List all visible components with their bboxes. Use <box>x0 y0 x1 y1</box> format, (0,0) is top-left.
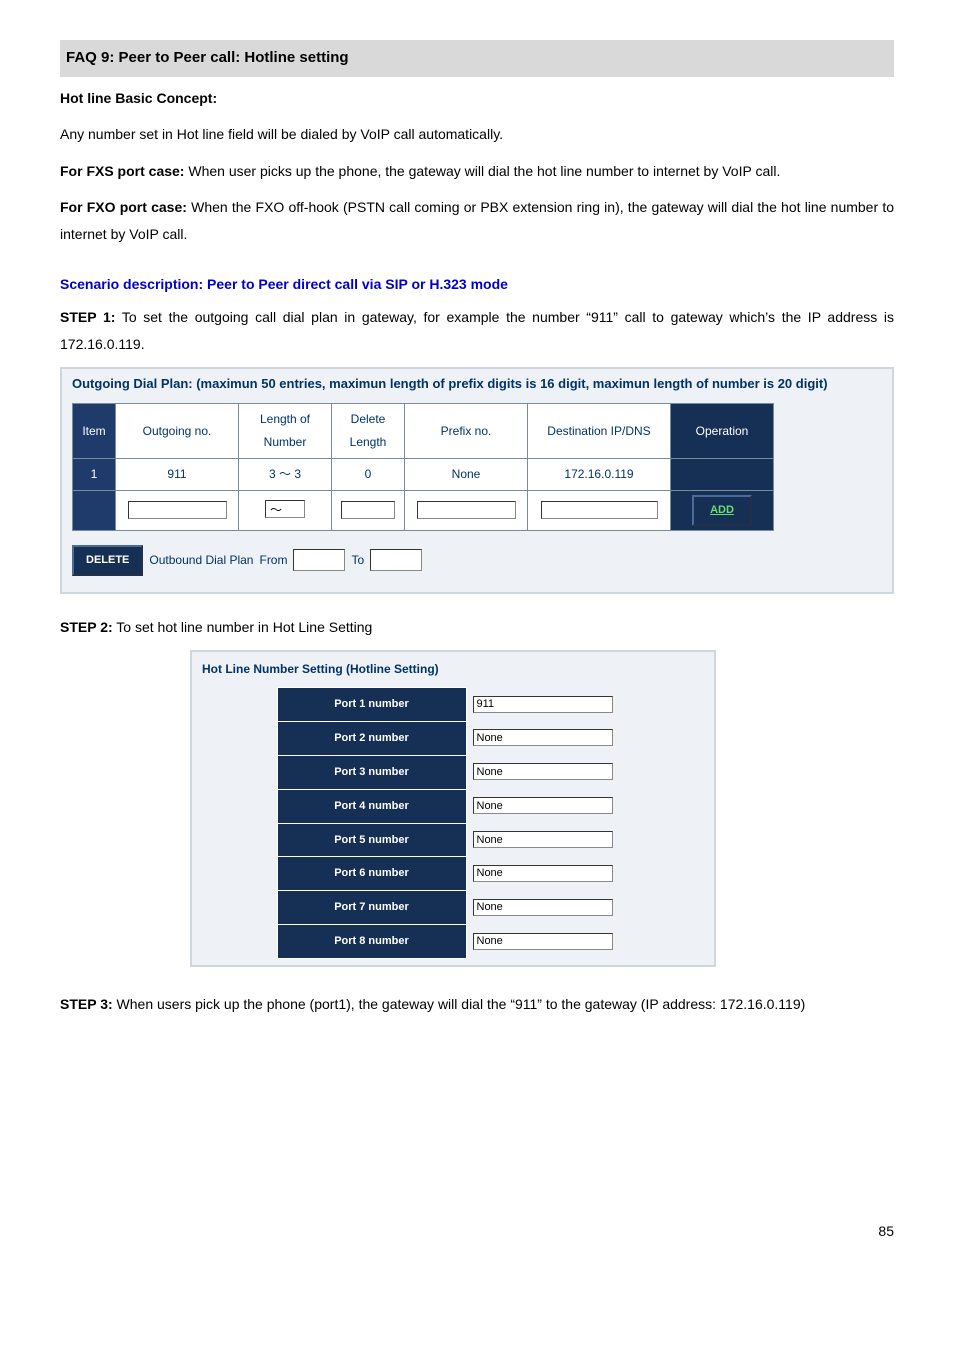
cell-prefix: None <box>405 459 528 491</box>
port7-input[interactable] <box>473 899 613 916</box>
cell-item-blank <box>73 490 116 530</box>
from-label: From <box>259 549 287 572</box>
prefix-input[interactable] <box>417 501 516 519</box>
hotline-row: Port 5 number <box>277 823 629 857</box>
th-prefix: Prefix no. <box>405 404 528 459</box>
hotline-row: Port 7 number <box>277 891 629 925</box>
dial-plan-panel: Outgoing Dial Plan: (maximun 50 entries,… <box>60 367 894 593</box>
hotline-panel: Hot Line Number Setting (Hotline Setting… <box>190 650 716 967</box>
length-input[interactable] <box>265 500 305 518</box>
hotline-row: Port 2 number <box>277 721 629 755</box>
port7-label: Port 7 number <box>277 891 466 925</box>
cell-outgoing: 911 <box>116 459 239 491</box>
hotline-basic-concept: Hot line Basic Concept: <box>60 85 894 112</box>
port1-label: Port 1 number <box>277 688 466 722</box>
hotline-row: Port 1 number <box>277 688 629 722</box>
port2-input[interactable] <box>473 729 613 746</box>
page-number: 85 <box>60 1218 894 1245</box>
port5-input[interactable] <box>473 831 613 848</box>
hotline-row: Port 8 number <box>277 925 629 959</box>
outgoing-input[interactable] <box>128 501 227 519</box>
dial-plan-caption: Outgoing Dial Plan: (maximun 50 entries,… <box>62 369 892 395</box>
hotline-table: Port 1 number Port 2 number Port 3 numbe… <box>277 687 630 959</box>
table-input-row: ADD <box>73 490 774 530</box>
port4-label: Port 4 number <box>277 789 466 823</box>
step1-para: STEP 1: To set the outgoing call dial pl… <box>60 304 894 357</box>
delete-length-input[interactable] <box>341 501 395 519</box>
faq-title: FAQ 9: Peer to Peer call: Hotline settin… <box>60 40 894 77</box>
th-length: Length of Number <box>239 404 332 459</box>
hotline-row: Port 6 number <box>277 857 629 891</box>
cell-delete: 0 <box>332 459 405 491</box>
port3-input[interactable] <box>473 763 613 780</box>
th-outgoing: Outgoing no. <box>116 404 239 459</box>
fxs-text: When user picks up the phone, the gatewa… <box>184 163 780 179</box>
to-label: To <box>351 549 364 572</box>
step1-text: To set the outgoing call dial plan in ga… <box>60 309 894 352</box>
port6-label: Port 6 number <box>277 857 466 891</box>
port6-input[interactable] <box>473 865 613 882</box>
cell-op-blank <box>671 459 774 491</box>
port8-label: Port 8 number <box>277 925 466 959</box>
cell-delete-input <box>332 490 405 530</box>
step1-label: STEP 1: <box>60 309 115 325</box>
cell-dest: 172.16.0.119 <box>528 459 671 491</box>
th-item: Item <box>73 404 116 459</box>
step3-label: STEP 3: <box>60 996 113 1012</box>
cell-length-input <box>239 490 332 530</box>
fxo-label: For FXO port case: <box>60 199 187 215</box>
cell-prefix-input <box>405 490 528 530</box>
th-dest: Destination IP/DNS <box>528 404 671 459</box>
table-row: 1 911 3 ～ 3 0 None 172.16.0.119 <box>73 459 774 491</box>
port4-input[interactable] <box>473 797 613 814</box>
cell-add: ADD <box>671 490 774 530</box>
cell-outgoing-input <box>116 490 239 530</box>
outbound-label: Outbound Dial Plan <box>149 549 253 572</box>
step3-para: STEP 3: When users pick up the phone (po… <box>60 991 894 1018</box>
fxs-label: For FXS port case: <box>60 163 184 179</box>
port2-label: Port 2 number <box>277 721 466 755</box>
fxs-para: For FXS port case: When user picks up th… <box>60 158 894 185</box>
hotline-caption: Hot Line Number Setting (Hotline Setting… <box>198 658 708 687</box>
cell-item: 1 <box>73 459 116 491</box>
port3-label: Port 3 number <box>277 755 466 789</box>
th-operation: Operation <box>671 404 774 459</box>
concept-label: Hot line Basic Concept: <box>60 90 217 106</box>
cell-length: 3 ～ 3 <box>239 459 332 491</box>
port8-input[interactable] <box>473 933 613 950</box>
dial-plan-table: Item Outgoing no. Length of Number Delet… <box>72 403 774 530</box>
delete-button[interactable]: DELETE <box>72 545 143 576</box>
th-delete: Delete Length <box>332 404 405 459</box>
step2-para: STEP 2: To set hot line number in Hot Li… <box>60 614 894 641</box>
fxo-para: For FXO port case: When the FXO off-hook… <box>60 194 894 247</box>
hotline-row: Port 3 number <box>277 755 629 789</box>
port5-label: Port 5 number <box>277 823 466 857</box>
add-button[interactable]: ADD <box>692 495 752 526</box>
step2-text: To set hot line number in Hot Line Setti… <box>113 619 373 635</box>
scenario-heading: Scenario description: Peer to Peer direc… <box>60 271 894 298</box>
hotline-row: Port 4 number <box>277 789 629 823</box>
delete-row: DELETE Outbound Dial Plan From To <box>72 545 882 576</box>
step2-label: STEP 2: <box>60 619 113 635</box>
step3-text: When users pick up the phone (port1), th… <box>113 996 806 1012</box>
to-input[interactable] <box>370 549 422 571</box>
port1-input[interactable] <box>473 696 613 713</box>
from-input[interactable] <box>293 549 345 571</box>
cell-dest-input <box>528 490 671 530</box>
concept-text: Any number set in Hot line field will be… <box>60 121 894 148</box>
table-header-row: Item Outgoing no. Length of Number Delet… <box>73 404 774 459</box>
dest-input[interactable] <box>541 501 658 519</box>
